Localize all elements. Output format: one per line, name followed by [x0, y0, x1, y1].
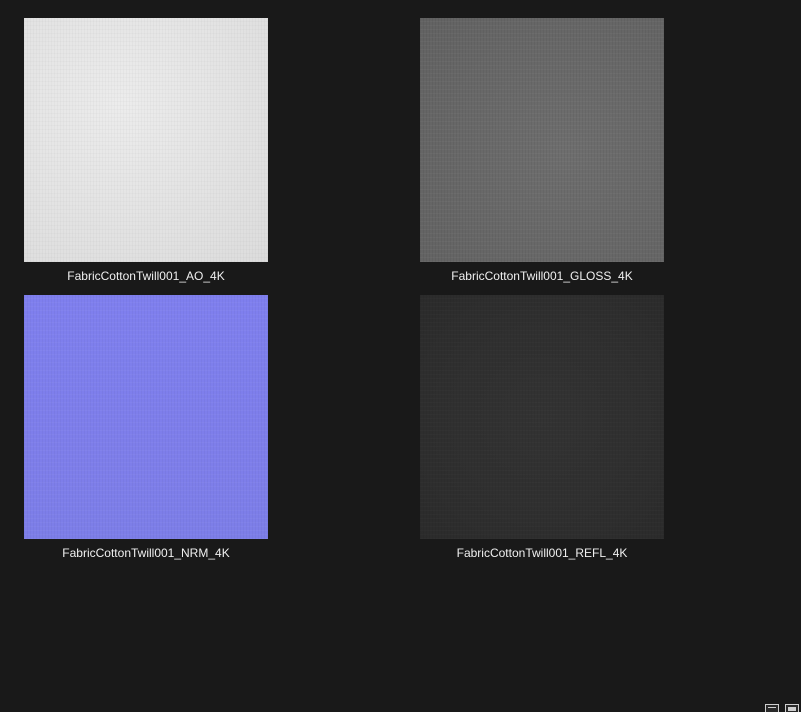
file-item-ao[interactable]: FabricCottonTwill001_AO_4K: [16, 18, 276, 290]
thumbnail-ao[interactable]: [24, 18, 268, 262]
thumbnail-gloss[interactable]: [420, 18, 664, 262]
large-icons-view-icon[interactable]: [785, 704, 799, 712]
file-item-refl[interactable]: FabricCottonTwill001_REFL_4K: [412, 295, 672, 567]
file-name-label[interactable]: FabricCottonTwill001_REFL_4K: [412, 546, 672, 560]
thumbnail-refl[interactable]: [420, 295, 664, 539]
file-item-gloss[interactable]: FabricCottonTwill001_GLOSS_4K: [412, 18, 672, 290]
view-toggle-group: [765, 704, 799, 712]
file-name-label[interactable]: FabricCottonTwill001_NRM_4K: [16, 546, 276, 560]
file-name-label[interactable]: FabricCottonTwill001_GLOSS_4K: [412, 269, 672, 283]
file-item-nrm[interactable]: FabricCottonTwill001_NRM_4K: [16, 295, 276, 567]
file-explorer-content: FabricCottonTwill001_AO_4K FabricCottonT…: [0, 0, 801, 712]
thumbnail-nrm[interactable]: [24, 295, 268, 539]
file-name-label[interactable]: FabricCottonTwill001_AO_4K: [16, 269, 276, 283]
details-view-icon[interactable]: [765, 704, 779, 712]
